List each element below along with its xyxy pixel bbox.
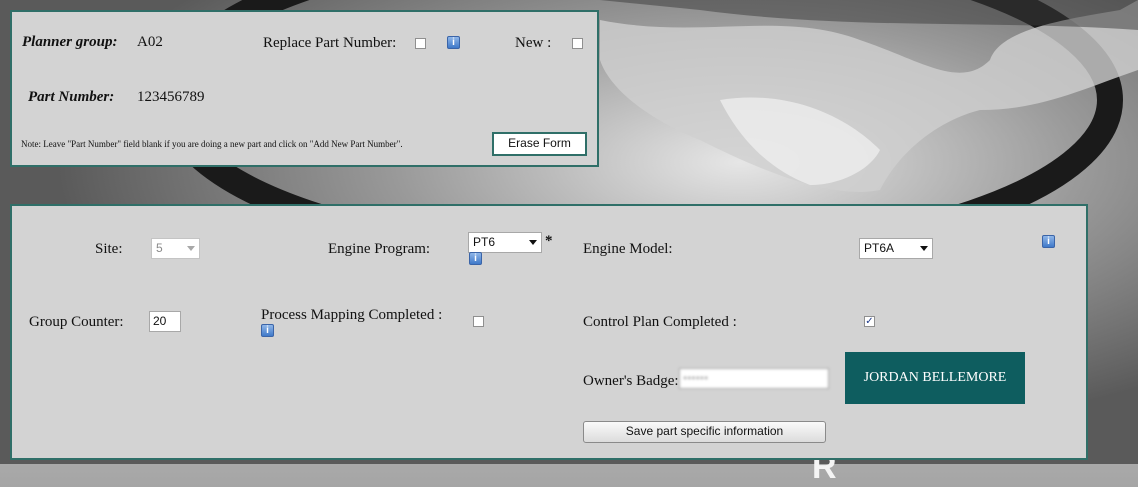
owner-badge-input[interactable]: •••••• (679, 368, 829, 389)
part-number-label: Part Number: (28, 89, 115, 105)
required-asterisk: * (545, 233, 553, 249)
process-mapping-label: Process Mapping Completed : (261, 307, 443, 323)
save-part-info-button[interactable]: Save part specific information (583, 421, 826, 443)
part-lookup-panel: Planner group: A02 Replace Part Number: … (10, 10, 599, 167)
engine-model-label: Engine Model: (583, 241, 673, 257)
engine-model-select[interactable]: PT6A (859, 238, 933, 259)
info-icon[interactable]: i (1042, 235, 1055, 248)
new-checkbox[interactable] (572, 38, 583, 49)
replace-part-checkbox[interactable] (415, 38, 426, 49)
group-counter-input[interactable]: 20 (149, 311, 181, 332)
chevron-down-icon (187, 246, 195, 251)
info-icon[interactable]: i (261, 324, 274, 337)
note-text: Note: Leave "Part Number" field blank if… (21, 139, 403, 149)
new-label: New : (515, 35, 552, 51)
erase-form-button[interactable]: Erase Form (492, 132, 587, 156)
control-plan-checkbox[interactable]: ✓ (864, 316, 875, 327)
control-plan-label: Control Plan Completed : (583, 314, 737, 330)
engine-program-value: PT6 (473, 235, 496, 249)
replace-part-label: Replace Part Number: (263, 35, 397, 51)
owner-badge-label: Owner's Badge: (583, 373, 679, 389)
engine-program-select[interactable]: PT6 (468, 232, 542, 253)
chevron-down-icon (920, 246, 928, 251)
site-label: Site: (95, 241, 123, 257)
engine-model-value: PT6A (864, 241, 895, 255)
site-select[interactable]: 5 (151, 238, 200, 259)
part-number-value: 123456789 (137, 89, 205, 105)
process-mapping-checkbox[interactable] (473, 316, 484, 327)
planner-group-value: A02 (137, 34, 163, 50)
group-counter-label: Group Counter: (29, 314, 124, 330)
planner-group-label: Planner group: (22, 34, 118, 50)
info-icon[interactable]: i (447, 36, 460, 49)
chevron-down-icon (529, 240, 537, 245)
site-select-value: 5 (156, 241, 163, 255)
owner-name-button[interactable]: JORDAN BELLEMORE (845, 352, 1025, 404)
info-icon[interactable]: i (469, 252, 482, 265)
engine-program-label: Engine Program: (328, 241, 431, 257)
part-details-panel: Site: 5 Engine Program: PT6 * i Engine M… (10, 204, 1088, 460)
